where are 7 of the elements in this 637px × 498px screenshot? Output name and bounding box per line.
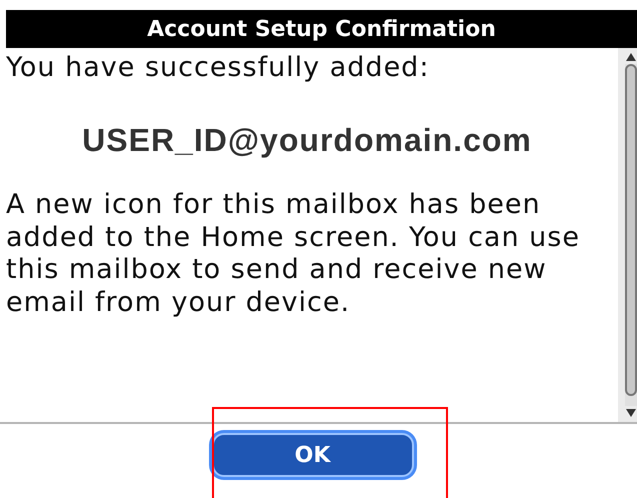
scroll-down-icon[interactable]: [624, 408, 636, 418]
scrollbar[interactable]: [618, 48, 637, 422]
dialog-title: Account Setup Confirmation: [6, 10, 637, 48]
message-text: A new icon for this mailbox has been added to the Home screen. You can use this mailbox to send and receive new email from your device.: [6, 189, 581, 319]
intro-text: You have successfully added:: [6, 52, 430, 84]
account-address: USER_ID@yourdomain.com: [81, 122, 533, 159]
scroll-up-icon[interactable]: [624, 52, 636, 62]
